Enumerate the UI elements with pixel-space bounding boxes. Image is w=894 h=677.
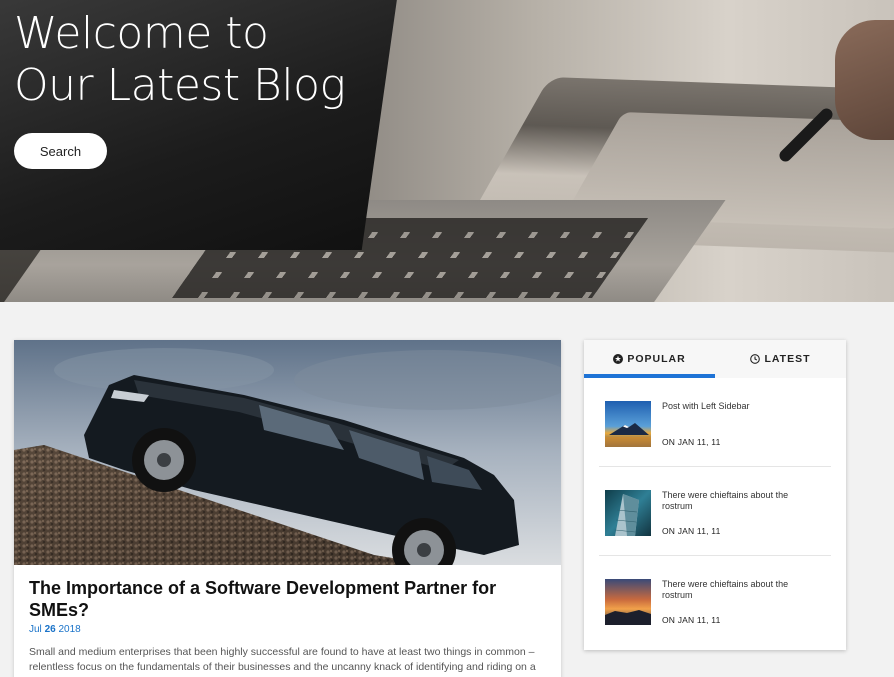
list-item[interactable]: There were chieftains about the rostrum … bbox=[599, 556, 831, 645]
post-featured-image[interactable] bbox=[14, 340, 561, 565]
hero-title-line1: Welcome to bbox=[14, 8, 269, 59]
mountain-sunset-thumb[interactable] bbox=[605, 401, 651, 447]
tab-popular-label: POPULAR bbox=[627, 353, 686, 365]
hero-hand-image bbox=[835, 20, 894, 140]
post-date[interactable]: Jul 26 2018 bbox=[29, 624, 546, 635]
widget-tabs: POPULAR LATEST bbox=[584, 340, 846, 378]
list-item-title[interactable]: Post with Left Sidebar bbox=[662, 401, 812, 412]
list-item-date: ON JAN 11, 11 bbox=[662, 526, 721, 536]
list-item[interactable]: Post with Left Sidebar ON JAN 11, 11 bbox=[599, 378, 831, 467]
building-thumb[interactable] bbox=[605, 490, 651, 536]
list-item-date: ON JAN 11, 11 bbox=[662, 437, 721, 447]
list-item-date: ON JAN 11, 11 bbox=[662, 615, 721, 625]
hero-banner: Welcome to Our Latest Blog Search bbox=[0, 0, 894, 302]
hero-title: Welcome to Our Latest Blog bbox=[14, 8, 346, 112]
list-item-title[interactable]: There were chieftains about the rostrum bbox=[662, 490, 812, 512]
star-circle-icon bbox=[613, 354, 624, 364]
tab-latest[interactable]: LATEST bbox=[715, 340, 846, 378]
sunset-sea-thumb[interactable] bbox=[605, 579, 651, 625]
post-date-month: Jul bbox=[29, 624, 42, 635]
widget-post-list: Post with Left Sidebar ON JAN 11, 11 The… bbox=[584, 378, 846, 645]
suv-on-gravel-image bbox=[14, 340, 561, 565]
post-title[interactable]: The Importance of a Software Development… bbox=[29, 577, 546, 621]
clock-icon bbox=[750, 354, 761, 364]
hero-title-line2: Our Latest Blog bbox=[14, 60, 346, 111]
tab-latest-label: LATEST bbox=[764, 353, 811, 365]
post-date-day: 26 bbox=[44, 624, 56, 635]
list-item-title[interactable]: There were chieftains about the rostrum bbox=[662, 579, 812, 601]
tab-popular[interactable]: POPULAR bbox=[584, 340, 715, 378]
post-excerpt: Small and medium enterprises that been h… bbox=[29, 646, 536, 677]
search-button[interactable]: Search bbox=[14, 133, 107, 169]
popular-latest-widget: POPULAR LATEST Post with Left Sidebar ON… bbox=[584, 340, 846, 650]
hero-content: Welcome to Our Latest Blog Search bbox=[14, 8, 346, 169]
post-date-year: 2018 bbox=[58, 624, 81, 635]
list-item[interactable]: There were chieftains about the rostrum … bbox=[599, 467, 831, 556]
post-card[interactable]: The Importance of a Software Development… bbox=[14, 340, 561, 677]
post-body: The Importance of a Software Development… bbox=[14, 565, 561, 677]
